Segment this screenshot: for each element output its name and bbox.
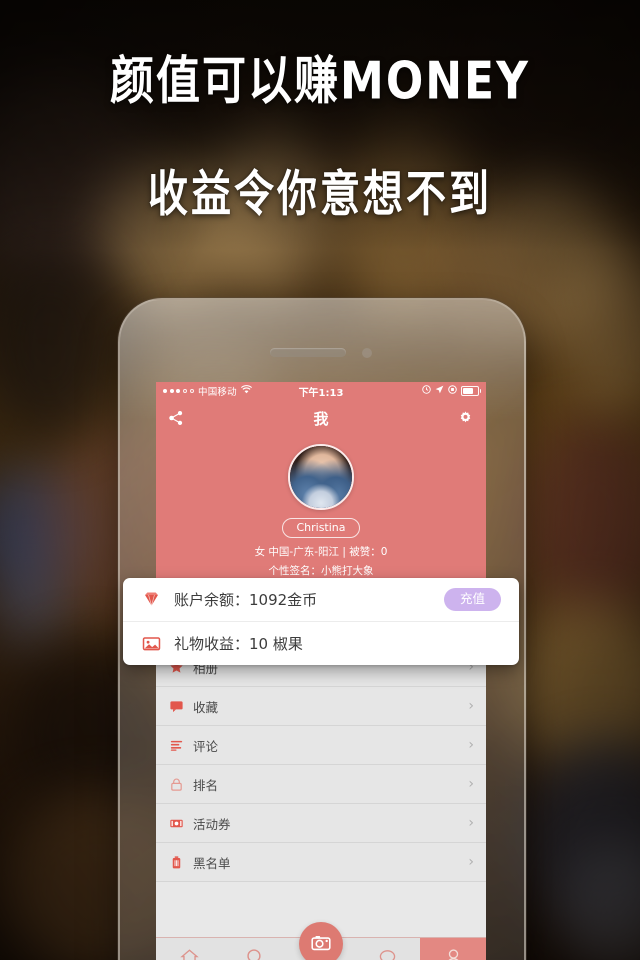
lines-icon: [168, 737, 184, 753]
diamond-icon: [141, 590, 161, 610]
account-overlay-card: 账户余额：1092金币 充值 礼物收益：10 椒果: [123, 578, 519, 665]
signal-strength-icon: [163, 388, 194, 394]
chevron-right-icon: ›: [468, 737, 474, 754]
carrier-name: 中国移动: [198, 387, 237, 398]
profile-icon: [443, 947, 464, 960]
search-icon: [245, 947, 266, 960]
ticket-icon: [168, 815, 184, 831]
chevron-right-icon: ›: [468, 815, 474, 832]
headline-line-1: 颜值可以赚MONEY: [110, 51, 530, 112]
menu-item-blacklist[interactable]: 黑名单 ›: [156, 843, 486, 883]
gift-icon: [141, 634, 161, 654]
menu-item-coupons[interactable]: 活动券 ›: [156, 804, 486, 844]
camera-fab-button[interactable]: [299, 922, 343, 960]
wifi-icon: [240, 385, 252, 397]
nav-bar: 我: [156, 400, 486, 436]
earnings-row[interactable]: 礼物收益：10 椒果: [123, 621, 519, 665]
rotation-lock-icon: [448, 385, 457, 397]
menu-item-favorites[interactable]: 收藏 ›: [156, 687, 486, 727]
menu-item-label: 活动券: [193, 816, 231, 832]
phone-front-camera: [362, 348, 372, 358]
balance-label: 账户余额：1092金币: [174, 591, 318, 609]
chevron-right-icon: ›: [468, 776, 474, 793]
menu-item-ranking[interactable]: 排名 ›: [156, 765, 486, 805]
tab-profile[interactable]: [420, 938, 486, 960]
menu-item-label: 评论: [193, 738, 219, 754]
chevron-right-icon: ›: [468, 698, 474, 715]
tab-chat[interactable]: [354, 938, 420, 960]
phone-screen: 中国移动 下午1:13 我 Christina 女 中国-广东-阳江 | 被赞：…: [156, 382, 486, 960]
promo-screenshot: 颜值可以赚MONEY 收益令你意想不到 中国移动 下午1:13 我 Christ…: [0, 0, 640, 960]
earnings-label: 礼物收益：10 椒果: [174, 635, 303, 653]
alarm-icon: [422, 385, 431, 397]
chevron-right-icon: ›: [468, 854, 474, 871]
bottom-tab-bar: [156, 922, 486, 960]
promo-headline: 颜值可以赚MONEY 收益令你意想不到: [0, 0, 640, 218]
headline-line-2: 收益令你意想不到: [148, 166, 492, 223]
battery-icon: [461, 386, 481, 396]
trash-icon: [168, 854, 184, 870]
tab-home[interactable]: [156, 938, 222, 960]
topup-button[interactable]: 充值: [443, 588, 501, 611]
page-title: 我: [313, 409, 329, 428]
menu-item-label: 黑名单: [193, 855, 231, 871]
balance-row[interactable]: 账户余额：1092金币 充值: [123, 578, 519, 621]
profile-name[interactable]: Christina: [282, 518, 360, 539]
home-icon: [179, 947, 200, 960]
camera-icon: [310, 932, 332, 957]
location-arrow-icon: [435, 385, 444, 397]
chat-icon: [377, 947, 398, 960]
menu-list: 相册 › 收藏 › 评论 › 排名 › 活动券 › 黑名单 ›: [156, 648, 486, 883]
comment-icon: [168, 698, 184, 714]
avatar[interactable]: [288, 444, 354, 510]
phone-speaker-grille: [270, 348, 346, 357]
tab-search[interactable]: [222, 938, 288, 960]
menu-item-label: 排名: [193, 777, 219, 793]
profile-meta: 女 中国-广东-阳江 | 被赞：0: [254, 546, 388, 559]
profile-header: Christina 女 中国-广东-阳江 | 被赞：0 个性签名：小熊打大象: [156, 436, 486, 589]
lock-icon: [168, 776, 184, 792]
menu-item-comments[interactable]: 评论 ›: [156, 726, 486, 766]
menu-item-label: 收藏: [193, 699, 219, 715]
profile-signature: 个性签名：小熊打大象: [268, 565, 374, 578]
status-bar: 中国移动 下午1:13: [156, 382, 486, 400]
